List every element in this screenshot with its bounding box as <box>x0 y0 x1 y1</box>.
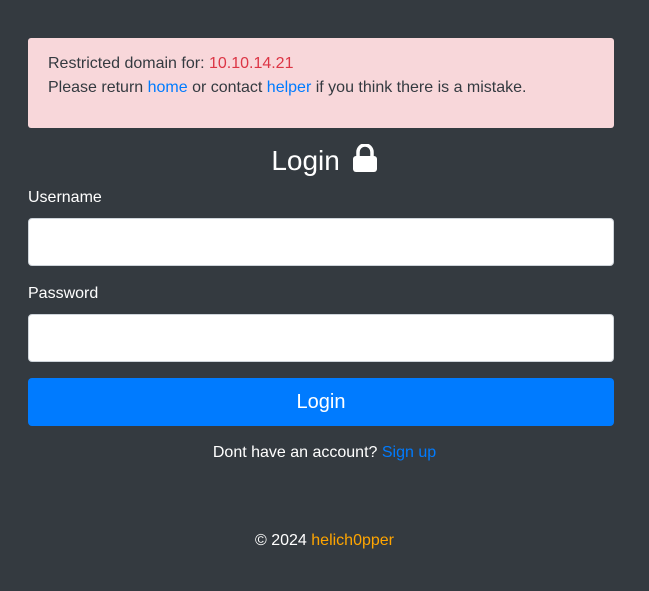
alert-return-text: Please return <box>48 79 148 96</box>
restricted-domain-alert: Restricted domain for: 10.10.14.21 Pleas… <box>28 38 614 128</box>
username-label: Username <box>28 189 102 206</box>
home-link[interactable]: home <box>148 79 188 96</box>
alert-ip-address: 10.10.14.21 <box>208 55 294 72</box>
author-link[interactable]: helich0pper <box>311 532 394 549</box>
footer-copyright: © 2024 <box>254 532 312 549</box>
login-button[interactable]: Login <box>28 378 614 426</box>
username-input[interactable] <box>28 218 614 266</box>
alert-contact-text: or contact <box>187 79 267 96</box>
login-title: Login <box>0 140 649 182</box>
footer: © 2024 helich0pper <box>0 531 649 551</box>
signup-prompt: Dont have an account? Sign up <box>0 443 649 463</box>
helper-link[interactable]: helper <box>267 79 311 96</box>
alert-mistake-text: if you think there is a mistake. <box>311 79 527 96</box>
alert-restricted-text: Restricted domain for: <box>48 55 209 72</box>
password-label: Password <box>28 285 99 302</box>
signup-link[interactable]: Sign up <box>382 444 436 461</box>
signup-prompt-text: Dont have an account? <box>212 444 382 461</box>
login-title-text: Login <box>271 145 340 176</box>
alert-line-1: Restricted domain for: 10.10.14.21 <box>48 52 594 76</box>
password-input[interactable] <box>28 314 614 362</box>
lock-icon <box>352 144 377 172</box>
alert-line-2: Please return home or contact helper if … <box>48 76 594 100</box>
